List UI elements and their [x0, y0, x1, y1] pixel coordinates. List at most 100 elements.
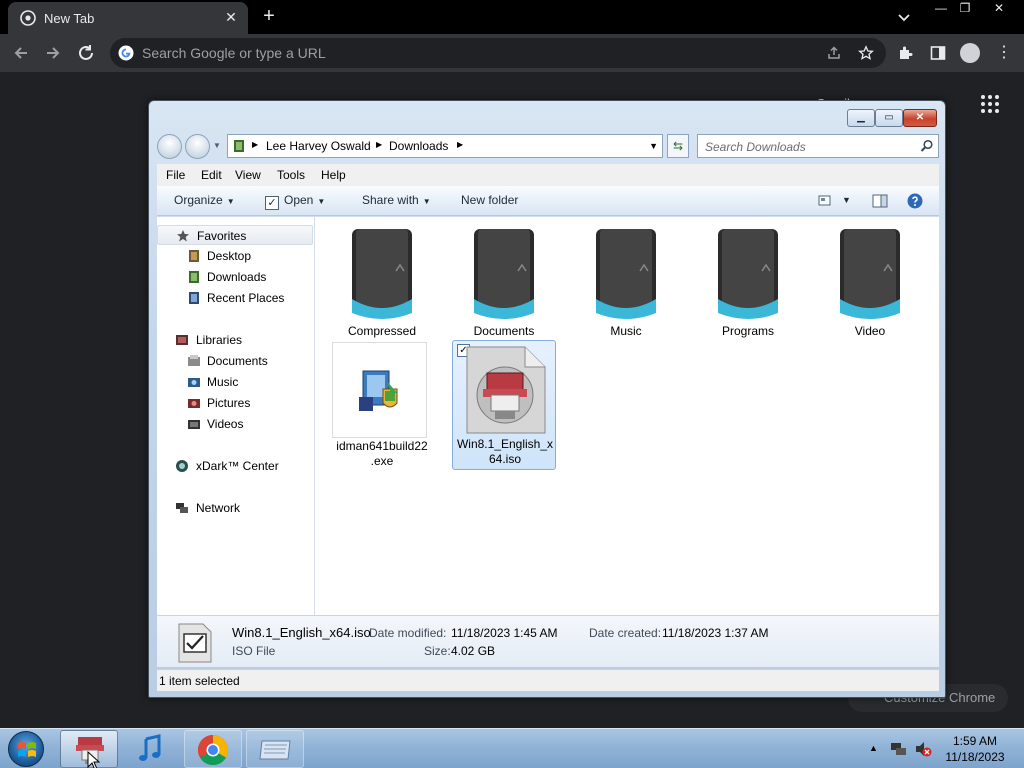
search-input[interactable]	[705, 139, 905, 155]
chrome-menu-icon[interactable]: ⋮	[996, 42, 1012, 64]
details-date-created: 11/18/2023 1:37 AM	[662, 626, 769, 640]
file-view: Compressed Documents Music Programs Vide…	[315, 217, 939, 615]
start-button[interactable]	[8, 731, 44, 767]
file-idman-exe[interactable]: idman641build22 .exe	[330, 342, 434, 472]
taskbar-iso-app[interactable]	[60, 730, 118, 768]
menu-edit[interactable]: Edit	[201, 168, 222, 182]
maximize-button[interactable]: ▭	[875, 109, 903, 127]
address-dropdown-icon[interactable]: ▼	[649, 141, 658, 151]
file-win81-iso[interactable]: ✓ Win8.1_English_x 64.iso	[452, 340, 556, 470]
nav-desktop[interactable]: Desktop	[157, 246, 313, 266]
new-tab-button[interactable]: +	[258, 6, 280, 28]
search-icon[interactable]	[920, 139, 934, 153]
nav-favorites[interactable]: Favorites	[157, 225, 313, 245]
tab-close-icon[interactable]: ✕	[222, 8, 240, 26]
tab-new-tab[interactable]: New Tab ✕	[8, 2, 248, 34]
forward-button[interactable]	[185, 134, 210, 159]
system-clock[interactable]: 1:59 AM 11/18/2023	[934, 733, 1016, 765]
breadcrumb-downloads[interactable]: Downloads	[389, 139, 448, 153]
address-bar[interactable]: ▶ Lee Harvey Oswald ▶ Downloads ▶ ▼	[227, 134, 663, 158]
folder-video[interactable]: Video	[818, 227, 922, 339]
organize-button[interactable]: Organize ▼	[174, 193, 235, 207]
tab-title: New Tab	[44, 11, 95, 26]
nav-lib-pictures-label: Pictures	[207, 396, 251, 410]
nav-lib-documents[interactable]: Documents	[157, 351, 313, 371]
nav-lib-music[interactable]: Music	[157, 372, 313, 392]
taskbar-explorer[interactable]	[246, 730, 304, 768]
folder-icon	[474, 229, 534, 319]
history-chevron-icon[interactable]: ▼	[213, 141, 223, 151]
folder-label: Programs	[721, 324, 774, 338]
network-tray-icon[interactable]	[890, 741, 908, 757]
tray-overflow-icon[interactable]: ▲	[869, 743, 878, 753]
side-panel-icon[interactable]	[929, 44, 947, 62]
breadcrumb-user[interactable]: Lee Harvey Oswald	[266, 139, 371, 153]
chrome-tabbar: New Tab ✕ + — ❐ ✕	[0, 0, 1024, 34]
new-folder-button[interactable]: New folder	[461, 193, 518, 207]
chevron-down-icon: ▼	[317, 197, 326, 206]
share-with-button[interactable]: Share with ▼	[362, 193, 431, 207]
mouse-cursor-icon	[87, 751, 101, 768]
change-view-icon[interactable]	[818, 194, 834, 208]
window-restore-button[interactable]: ❐	[950, 0, 980, 18]
folder-programs[interactable]: Programs	[696, 227, 800, 339]
reload-icon[interactable]	[75, 42, 97, 64]
nav-recent-places[interactable]: Recent Places	[157, 288, 313, 308]
nav-lib-videos[interactable]: Videos	[157, 414, 313, 434]
taskbar-chrome[interactable]	[184, 730, 242, 768]
omnibox-input[interactable]	[142, 43, 782, 63]
share-icon[interactable]	[826, 45, 842, 61]
open-button[interactable]: ✓ Open ▼	[265, 193, 325, 210]
breadcrumb-arrow-icon[interactable]: ▶	[376, 140, 382, 149]
refresh-icon[interactable]: ⇆	[667, 134, 689, 158]
view-dropdown-icon[interactable]: ▼	[842, 195, 851, 205]
bookmark-star-icon[interactable]	[858, 45, 874, 61]
menu-help[interactable]: Help	[321, 168, 346, 182]
folder-icon	[352, 229, 412, 319]
nav-lib-pictures[interactable]: Pictures	[157, 393, 313, 413]
minimize-button[interactable]: ▁	[847, 109, 875, 127]
taskbar-itunes[interactable]	[122, 730, 180, 768]
search-box[interactable]	[697, 134, 939, 158]
back-arrow-icon[interactable]	[10, 42, 32, 64]
profile-avatar[interactable]	[960, 43, 980, 63]
close-button[interactable]: ✕	[903, 109, 937, 127]
music-note-icon	[139, 734, 161, 761]
downloads-icon	[189, 271, 199, 283]
folder-music[interactable]: Music	[574, 227, 678, 339]
forward-arrow-icon[interactable]	[42, 42, 64, 64]
details-type: ISO File	[232, 644, 276, 658]
nav-network[interactable]: Network	[157, 498, 313, 518]
xdark-center-icon	[176, 460, 188, 472]
window-close-button[interactable]: ✕	[984, 0, 1014, 18]
iso-file-icon	[466, 346, 546, 434]
menu-tools[interactable]: Tools	[277, 168, 305, 182]
windows-logo-icon	[18, 742, 36, 757]
nav-downloads[interactable]: Downloads	[157, 267, 313, 287]
navigation-pane: Favorites Desktop Downloads Recent Place…	[157, 217, 315, 615]
nav-xdark-center[interactable]: xDark™ Center	[157, 456, 313, 476]
breadcrumb-arrow-icon[interactable]: ▶	[252, 140, 258, 149]
organize-label: Organize	[174, 193, 223, 207]
folder-documents[interactable]: Documents	[452, 227, 556, 339]
status-bar: 1 item selected	[157, 669, 939, 691]
folder-compressed[interactable]: Compressed	[330, 227, 434, 339]
nav-libraries-label: Libraries	[196, 333, 243, 347]
details-date-modified: 11/18/2023 1:45 AM	[451, 626, 558, 640]
details-pane: Win8.1_English_x64.iso ISO File Date mod…	[157, 615, 939, 667]
menu-view[interactable]: View	[235, 168, 261, 182]
breadcrumb-arrow-icon[interactable]: ▶	[457, 140, 463, 149]
help-icon[interactable]	[907, 193, 923, 209]
omnibox[interactable]	[110, 38, 886, 68]
menu-file[interactable]: File	[166, 168, 185, 182]
volume-muted-icon[interactable]	[914, 740, 932, 758]
chevron-down-icon[interactable]	[895, 8, 913, 26]
apps-grid-icon[interactable]	[980, 94, 1000, 114]
nav-lib-videos-label: Videos	[207, 417, 244, 431]
back-button[interactable]	[157, 134, 182, 159]
extensions-icon[interactable]	[897, 44, 915, 62]
nav-downloads-label: Downloads	[207, 270, 267, 284]
preview-pane-icon[interactable]	[872, 194, 888, 208]
nav-libraries[interactable]: Libraries	[157, 330, 313, 350]
user-folder-icon	[234, 140, 244, 152]
